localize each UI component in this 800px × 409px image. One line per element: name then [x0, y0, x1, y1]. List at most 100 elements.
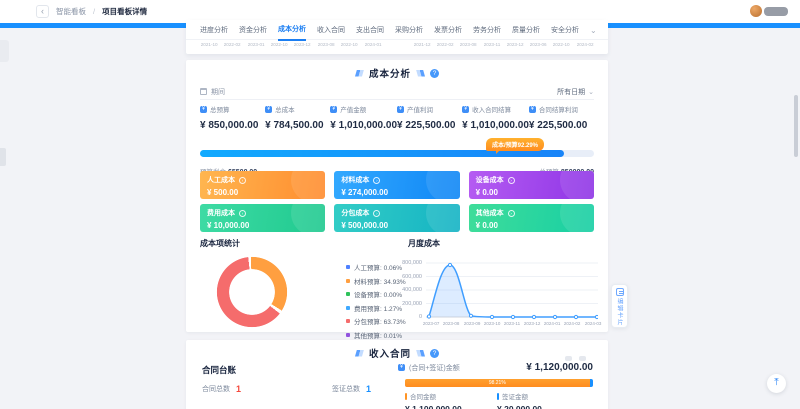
tab-quality-analysis[interactable]: 质量分析	[512, 25, 540, 40]
title-decoration-icon	[355, 70, 364, 77]
axis-date-label: 2022-10	[553, 42, 570, 48]
metric-label: 收入合同结算	[472, 104, 511, 114]
card-label: 人工成本	[207, 175, 235, 185]
breadcrumb-root[interactable]: 智能看板	[56, 6, 86, 17]
cost-section-header: 成本分析 ?	[186, 66, 608, 80]
card-expense-cost[interactable]: 费用成本› ¥ 10,000.00	[200, 204, 325, 232]
axis-date-strip: 2021-10 2022-02 2023-01 2022-10 2023-12 …	[186, 40, 608, 48]
y-tick: 200,000	[402, 301, 422, 307]
metric-total-cost: ¥ 总成本 ¥ 784,500.00	[265, 104, 330, 131]
tab-safety-analysis[interactable]: 安全分析	[551, 25, 579, 40]
y-tick: 800,000	[402, 260, 422, 266]
x-tick: 2023-12	[524, 321, 541, 326]
chevron-down-icon[interactable]: ⌄	[590, 26, 597, 39]
tab-procurement-analysis[interactable]: 采购分析	[395, 25, 423, 40]
tab-expenditure-contract[interactable]: 支出合同	[356, 25, 384, 40]
metric-label: 产值利润	[407, 104, 433, 114]
help-icon[interactable]: ?	[430, 69, 439, 78]
total-amount-row: ¥ (合同+签证)金额 ¥ 1,120,000.00	[398, 362, 593, 373]
axis-date-label: 2024-02	[576, 42, 593, 48]
chevron-right-icon[interactable]: ›	[239, 177, 246, 184]
x-tick: 2023-11	[504, 321, 520, 326]
metric-value: ¥ 784,500.00	[265, 120, 330, 131]
edit-card-label: 编辑卡片	[615, 298, 624, 326]
tab-cost-analysis[interactable]: 成本分析	[278, 24, 306, 41]
tab-invoice-analysis[interactable]: 发票分析	[434, 25, 462, 40]
breadcrumb: ‹ 智能看板 / 项目看板详情	[36, 5, 147, 18]
coin-icon: ¥	[397, 106, 404, 113]
help-icon[interactable]: ?	[430, 349, 439, 358]
legend-dot	[346, 319, 350, 323]
legend-value: ¥ 1,100,000.00	[405, 404, 462, 409]
axis-date-label: 2023-08	[460, 42, 477, 48]
income-section-header: 收入合同 ?	[186, 346, 608, 360]
x-tick: 2023-08	[443, 321, 460, 326]
card-labor-cost[interactable]: 人工成本 › ¥ 500.00	[200, 171, 325, 199]
chevron-right-icon[interactable]: ›	[373, 177, 380, 184]
card-equipment-cost[interactable]: 设备成本› ¥ 0.00	[469, 171, 594, 199]
card-subcontract-cost[interactable]: 分包成本› ¥ 500,000.00	[334, 204, 459, 232]
chevron-right-icon[interactable]: ›	[508, 210, 515, 217]
back-to-top-button[interactable]: ⤒	[767, 374, 786, 393]
legend-mark	[405, 393, 407, 400]
chevron-right-icon[interactable]: ›	[508, 177, 515, 184]
chevron-right-icon[interactable]: ›	[373, 210, 380, 217]
card-other-cost[interactable]: 其他成本› ¥ 0.00	[469, 204, 594, 232]
breadcrumb-separator: /	[93, 7, 95, 16]
stat-value[interactable]: 1	[366, 384, 371, 394]
page-title: 项目看板详情	[102, 6, 147, 17]
legend-item[interactable]: 其他预算: 0.01%	[346, 330, 406, 340]
edit-card-float-button[interactable]: 编辑卡片	[611, 284, 628, 328]
x-tick: 2023-07	[423, 321, 440, 326]
title-decoration-icon	[416, 70, 425, 77]
metric-output-profit: ¥ 产值利润 ¥ 225,500.00	[397, 104, 462, 131]
total-amount-label: (合同+签证)金额	[409, 363, 460, 373]
total-amount-value: ¥ 1,120,000.00	[526, 362, 593, 373]
tab-income-contract[interactable]: 收入合同	[317, 25, 345, 40]
x-tick: 2023-09	[463, 321, 480, 326]
budget-progress-fill	[200, 150, 564, 157]
tab-bar: 进度分析 资金分析 成本分析 收入合同 支出合同 采购分析 发票分析 劳务分析 …	[186, 20, 608, 40]
card-action-icon[interactable]	[579, 356, 586, 361]
period-filter-row: 期间 所有日期 ⌄	[200, 84, 594, 100]
card-value: ¥ 0.00	[476, 188, 587, 197]
card-action-icon[interactable]	[565, 356, 572, 361]
user-avatar[interactable]	[750, 5, 762, 17]
chevron-down-icon[interactable]: ⌄	[588, 88, 594, 96]
back-button[interactable]: ‹	[36, 5, 49, 18]
visa-count-stat: 签证总数 1	[332, 384, 371, 394]
legend-dot	[346, 279, 350, 283]
date-range-select[interactable]: 所有日期	[557, 87, 585, 97]
title-decoration-icon	[416, 350, 425, 357]
stat-label: 合同总数	[202, 384, 230, 394]
metric-label: 合同结算利润	[539, 104, 578, 114]
tab-capital-analysis[interactable]: 资金分析	[239, 25, 267, 40]
cost-budget-ratio-badge: 成本/预算92.29%	[486, 138, 544, 151]
card-value: ¥ 500.00	[207, 188, 318, 197]
legend-dot	[346, 333, 350, 337]
project-dashboard-screen: ‹ 智能看板 / 项目看板详情 进度分析 资金分析 成本分析 收入合同 支出合同…	[0, 0, 800, 409]
metric-total-budget: ¥ 总预算 ¥ 850,000.00	[200, 104, 265, 131]
line-chart-title: 月度成本	[408, 238, 440, 249]
stat-value[interactable]: 1	[236, 384, 241, 394]
axis-date-label: 2023-06	[530, 42, 547, 48]
chevron-right-icon[interactable]: ›	[239, 210, 246, 217]
tab-labor-analysis[interactable]: 劳务分析	[473, 25, 501, 40]
axis-date-label: 2023-12	[506, 42, 523, 48]
visa-bar-segment	[590, 379, 593, 387]
axis-date-label: 2024-01	[364, 42, 381, 48]
x-tick: 2023-10	[484, 321, 501, 326]
metric-value: ¥ 225,500.00	[397, 120, 462, 131]
vertical-scrollbar[interactable]	[794, 95, 798, 157]
income-contract-card: 收入合同 ? 合同台账 合同总数 1 签证总数 1 ¥ (合同+签证)金额 ¥ …	[186, 340, 608, 409]
axis-date-label: 2023-11	[483, 42, 500, 48]
tab-progress-analysis[interactable]: 进度分析	[200, 25, 228, 40]
income-section-title: 收入合同	[369, 346, 411, 360]
cost-cards-grid: 人工成本 › ¥ 500.00 材料成本› ¥ 274,000.00 设备成本› …	[200, 171, 594, 232]
tabs-card: 进度分析 资金分析 成本分析 收入合同 支出合同 采购分析 发票分析 劳务分析 …	[186, 20, 608, 54]
card-value: ¥ 10,000.00	[207, 221, 318, 230]
axis-date-label: 2023-12	[294, 42, 311, 48]
card-material-cost[interactable]: 材料成本› ¥ 274,000.00	[334, 171, 459, 199]
monthly-cost-line-chart	[426, 259, 598, 323]
user-name-pill[interactable]	[764, 7, 788, 16]
